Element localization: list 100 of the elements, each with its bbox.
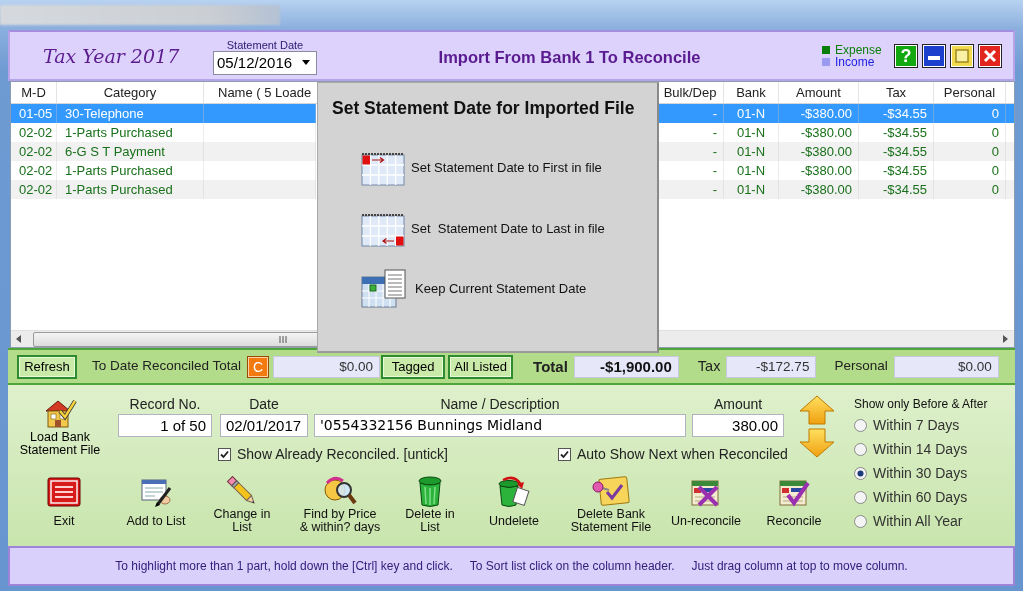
load-statement-button[interactable]: Load Bank Statement File	[17, 385, 103, 457]
column-header[interactable]: Name ( 5 Loade	[204, 82, 316, 103]
radio-button[interactable]	[854, 490, 867, 504]
delete-file-button[interactable]: Delete Bank Statement File	[570, 473, 652, 535]
table-cell: 0	[934, 180, 1006, 199]
table-cell: 01-05	[11, 104, 57, 123]
maximize-button[interactable]	[950, 43, 974, 68]
column-header[interactable]: Amount	[779, 82, 859, 103]
all-listed-button[interactable]: All Listed	[448, 354, 514, 379]
column-header[interactable]: M-D	[11, 82, 57, 103]
field-label: Record No.	[129, 396, 201, 412]
table-cell: -$34.55	[859, 180, 934, 199]
table-cell: 1-Parts Purchased	[57, 180, 204, 199]
calendar-arrow-icon	[361, 211, 405, 247]
table-cell: 01-N	[724, 180, 779, 199]
status-hint: Just drag column at top to move column.	[691, 558, 908, 574]
total-label: Total	[533, 357, 568, 376]
close-button[interactable]	[978, 43, 1002, 68]
add-to-list-button[interactable]: Add to List	[126, 473, 186, 535]
close-icon	[983, 48, 997, 63]
column-header[interactable]: Category	[57, 82, 204, 103]
table-cell: 01-N	[724, 104, 779, 123]
tax-year-title: Tax Year 2017	[43, 44, 181, 68]
table-cell: 6-G S T Payment	[57, 142, 204, 161]
minimize-button[interactable]	[922, 43, 946, 68]
field-label: Statement Date	[226, 38, 304, 51]
scroll-right-icon[interactable]	[1003, 335, 1008, 343]
field-label: Name / Description	[440, 396, 560, 412]
calendar-arrow-icon	[361, 150, 405, 186]
table-cell: -	[657, 180, 724, 199]
table-cell: 30-Telephone	[57, 104, 204, 123]
table-cell: -$380.00	[779, 180, 859, 199]
column-header[interactable]: Personal	[934, 82, 1006, 103]
table-cell: 01-N	[724, 142, 779, 161]
text-field[interactable]: 1 of 50	[118, 414, 212, 437]
dialog-title: Set Statement Date for Imported File	[331, 97, 636, 119]
pinned-note-icon	[591, 475, 631, 507]
radio-group-title: Show only Before & After	[854, 396, 988, 413]
table-cell: -	[657, 142, 724, 161]
text-field[interactable]: 380.00	[692, 414, 784, 437]
exit-button[interactable]: Exit	[47, 473, 81, 535]
radio-label[interactable]: Within 60 Days	[873, 488, 968, 506]
checkbox-label[interactable]: Show Already Reconciled. [untick]	[237, 446, 448, 463]
total-field: -$1,900.00	[573, 355, 679, 378]
window-heading: Import From Bank 1 To Reconcile	[437, 46, 702, 68]
reconcile-button[interactable]: Reconcile	[766, 473, 822, 535]
column-header[interactable]: Tax	[859, 82, 934, 103]
trash-can-arrow-icon	[497, 475, 531, 507]
field-label: Date	[249, 396, 279, 412]
trash-can-icon	[417, 475, 443, 507]
column-header[interactable]: Bank	[724, 82, 779, 103]
radio-button[interactable]	[854, 466, 867, 480]
change-button[interactable]: Change in List	[213, 473, 271, 535]
radio-label[interactable]: Within 30 Days	[873, 464, 968, 482]
date-dropdown[interactable]: 05/12/2016	[213, 50, 317, 75]
undelete-button[interactable]: Undelete	[488, 473, 539, 535]
table-cell: 0	[934, 104, 1006, 123]
text-field[interactable]: '0554332156 Bunnings Midland	[314, 414, 686, 437]
minimize-icon	[928, 55, 940, 60]
delete-button[interactable]: Delete in List	[405, 473, 455, 535]
tagged-button[interactable]: Tagged	[381, 354, 446, 379]
radio-button[interactable]	[854, 514, 867, 528]
find-button[interactable]: Find by Price & within? days	[299, 473, 381, 535]
unreconcile-button[interactable]: Un-reconcile	[670, 473, 742, 535]
radio-button[interactable]	[854, 418, 867, 432]
radio-label[interactable]: Within 14 Days	[873, 440, 968, 458]
text-field[interactable]: 02/01/2017	[220, 414, 308, 437]
radio-button[interactable]	[854, 442, 867, 456]
legend-label: Expense	[835, 43, 882, 56]
checkbox[interactable]	[218, 447, 231, 461]
table-cell: -$34.55	[859, 104, 934, 123]
card-cross-icon	[690, 477, 722, 507]
status-hint: To Sort list click on the column header.	[469, 558, 675, 574]
checkbox-label[interactable]: Auto Show Next when Reconciled	[577, 446, 788, 463]
refresh-button[interactable]: Refresh	[17, 354, 77, 379]
dialog-option[interactable]: Set Statement Date to Last in file	[361, 210, 605, 248]
table-cell: 02-02	[11, 142, 57, 161]
personal-label: Personal	[834, 358, 888, 375]
magnifier-icon	[323, 475, 357, 507]
radio-label[interactable]: Within 7 Days	[873, 416, 960, 434]
table-cell: -$34.55	[859, 142, 934, 161]
exit-sign-icon	[47, 477, 81, 507]
checkbox[interactable]	[558, 447, 571, 461]
grip-icon	[279, 335, 287, 343]
radio-label[interactable]: Within All Year	[873, 512, 963, 530]
reconciled-total-label: To Date Reconciled Total	[92, 358, 242, 375]
field-label: Amount	[713, 396, 763, 412]
table-cell: -$380.00	[779, 142, 859, 161]
dialog-option[interactable]: Keep Current Statement Date	[361, 270, 587, 308]
legend-label: Income	[835, 55, 875, 68]
calendar-document-icon	[361, 269, 407, 309]
table-cell: 02-02	[11, 180, 57, 199]
table-cell: -$380.00	[779, 104, 859, 123]
status-hint: To highlight more than 1 part, hold down the [Ctrl] key and click.	[115, 558, 453, 574]
reconciled-total-field: $0.00	[273, 355, 381, 378]
personal-field: $0.00	[893, 355, 999, 378]
card-check-icon	[778, 477, 810, 507]
dropdown-arrow-icon[interactable]	[302, 60, 310, 65]
scroll-left-icon[interactable]	[16, 335, 21, 343]
dialog-option[interactable]: Set Statement Date to First in file	[361, 149, 602, 187]
